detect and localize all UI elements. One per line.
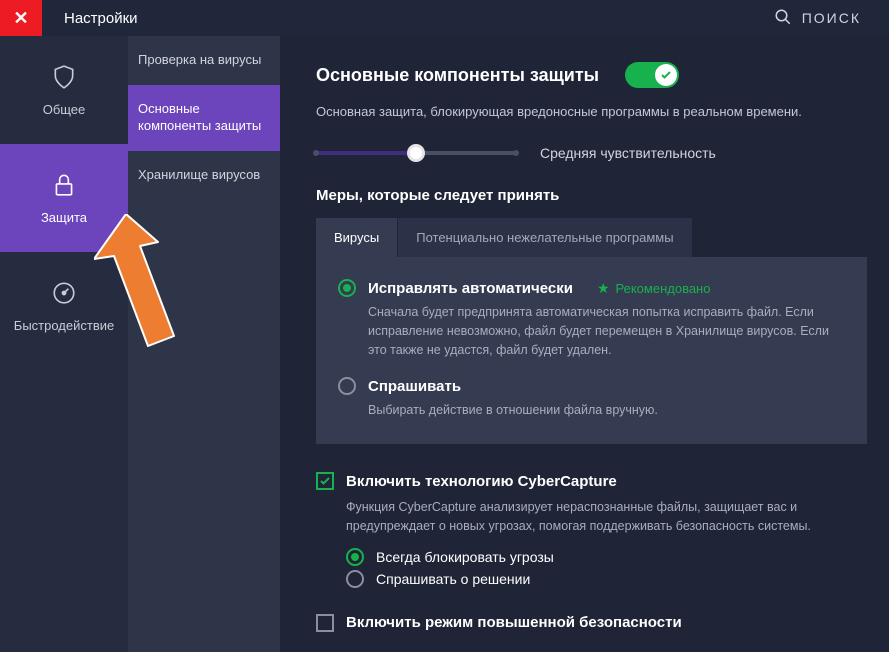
radio-fix-automatically[interactable]	[338, 279, 356, 297]
slider-handle[interactable]	[407, 144, 425, 162]
primary-nav: Общее Защита Быстродействие	[0, 36, 128, 652]
secondary-nav: Проверка на вирусы Основные компоненты з…	[128, 36, 280, 652]
tabs: Вирусы Потенциально нежелательные програ…	[316, 218, 867, 257]
slider-value-label: Средняя чувствительность	[540, 145, 716, 161]
radio-label: Спрашивать о решении	[376, 571, 530, 587]
actions-panel: Исправлять автоматически ★ Рекомендовано…	[316, 257, 867, 444]
lock-icon	[51, 172, 77, 198]
close-icon: ✕	[13, 8, 28, 29]
checkbox-description: Функция CyberCapture анализирует нераспо…	[346, 498, 867, 536]
search-button[interactable]: ПОИСК	[774, 8, 861, 29]
radio-description: Выбирать действие в отношении файла вруч…	[368, 401, 845, 420]
page-title: Настройки	[64, 10, 138, 27]
radio-label: Всегда блокировать угрозы	[376, 549, 554, 565]
gauge-icon	[51, 280, 77, 306]
subnav-item-virus-chest[interactable]: Хранилище вирусов	[128, 151, 280, 200]
measures-heading: Меры, которые следует принять	[316, 187, 867, 204]
checkbox-cybercapture[interactable]	[316, 472, 334, 490]
subnav-item-core-shields[interactable]: Основные компоненты защиты	[128, 85, 280, 151]
tab-viruses[interactable]: Вирусы	[316, 218, 398, 257]
radio-always-block[interactable]	[346, 548, 364, 566]
close-button[interactable]: ✕	[0, 0, 42, 36]
tab-pup[interactable]: Потенциально нежелательные программы	[398, 218, 692, 257]
search-icon	[774, 8, 792, 29]
title-bar: ✕ Настройки ПОИСК	[0, 0, 889, 36]
sensitivity-slider[interactable]	[316, 151, 516, 155]
nav-item-label: Защита	[41, 210, 87, 225]
nav-item-label: Быстродействие	[14, 318, 114, 333]
sensitivity-slider-row: Средняя чувствительность	[316, 145, 867, 161]
nav-item-performance[interactable]: Быстродействие	[0, 252, 128, 360]
radio-label: Исправлять автоматически	[368, 280, 573, 297]
nav-item-general[interactable]: Общее	[0, 36, 128, 144]
search-label: ПОИСК	[802, 10, 861, 26]
content-pane: Основные компоненты защиты Основная защи…	[280, 36, 889, 652]
toggle-knob	[655, 64, 677, 86]
nav-item-protection[interactable]: Защита	[0, 144, 128, 252]
section-description: Основная защита, блокирующая вредоносные…	[316, 104, 867, 119]
checkbox-label: Включить технологию CyberCapture	[346, 473, 617, 490]
radio-description: Сначала будет предпринята автоматическая…	[368, 303, 845, 359]
shield-icon	[51, 64, 77, 90]
section-title: Основные компоненты защиты	[316, 65, 599, 86]
checkbox-label: Включить режим повышенной безопасности	[346, 614, 682, 631]
radio-ask[interactable]	[338, 377, 356, 395]
checkbox-hardened-mode[interactable]	[316, 614, 334, 632]
radio-ask-decision[interactable]	[346, 570, 364, 588]
shields-toggle[interactable]	[625, 62, 679, 88]
star-icon: ★	[597, 280, 610, 297]
subnav-item-virus-scan[interactable]: Проверка на вирусы	[128, 36, 280, 85]
nav-item-label: Общее	[43, 102, 86, 117]
radio-label: Спрашивать	[368, 378, 461, 395]
recommended-badge: ★ Рекомендовано	[597, 280, 711, 297]
